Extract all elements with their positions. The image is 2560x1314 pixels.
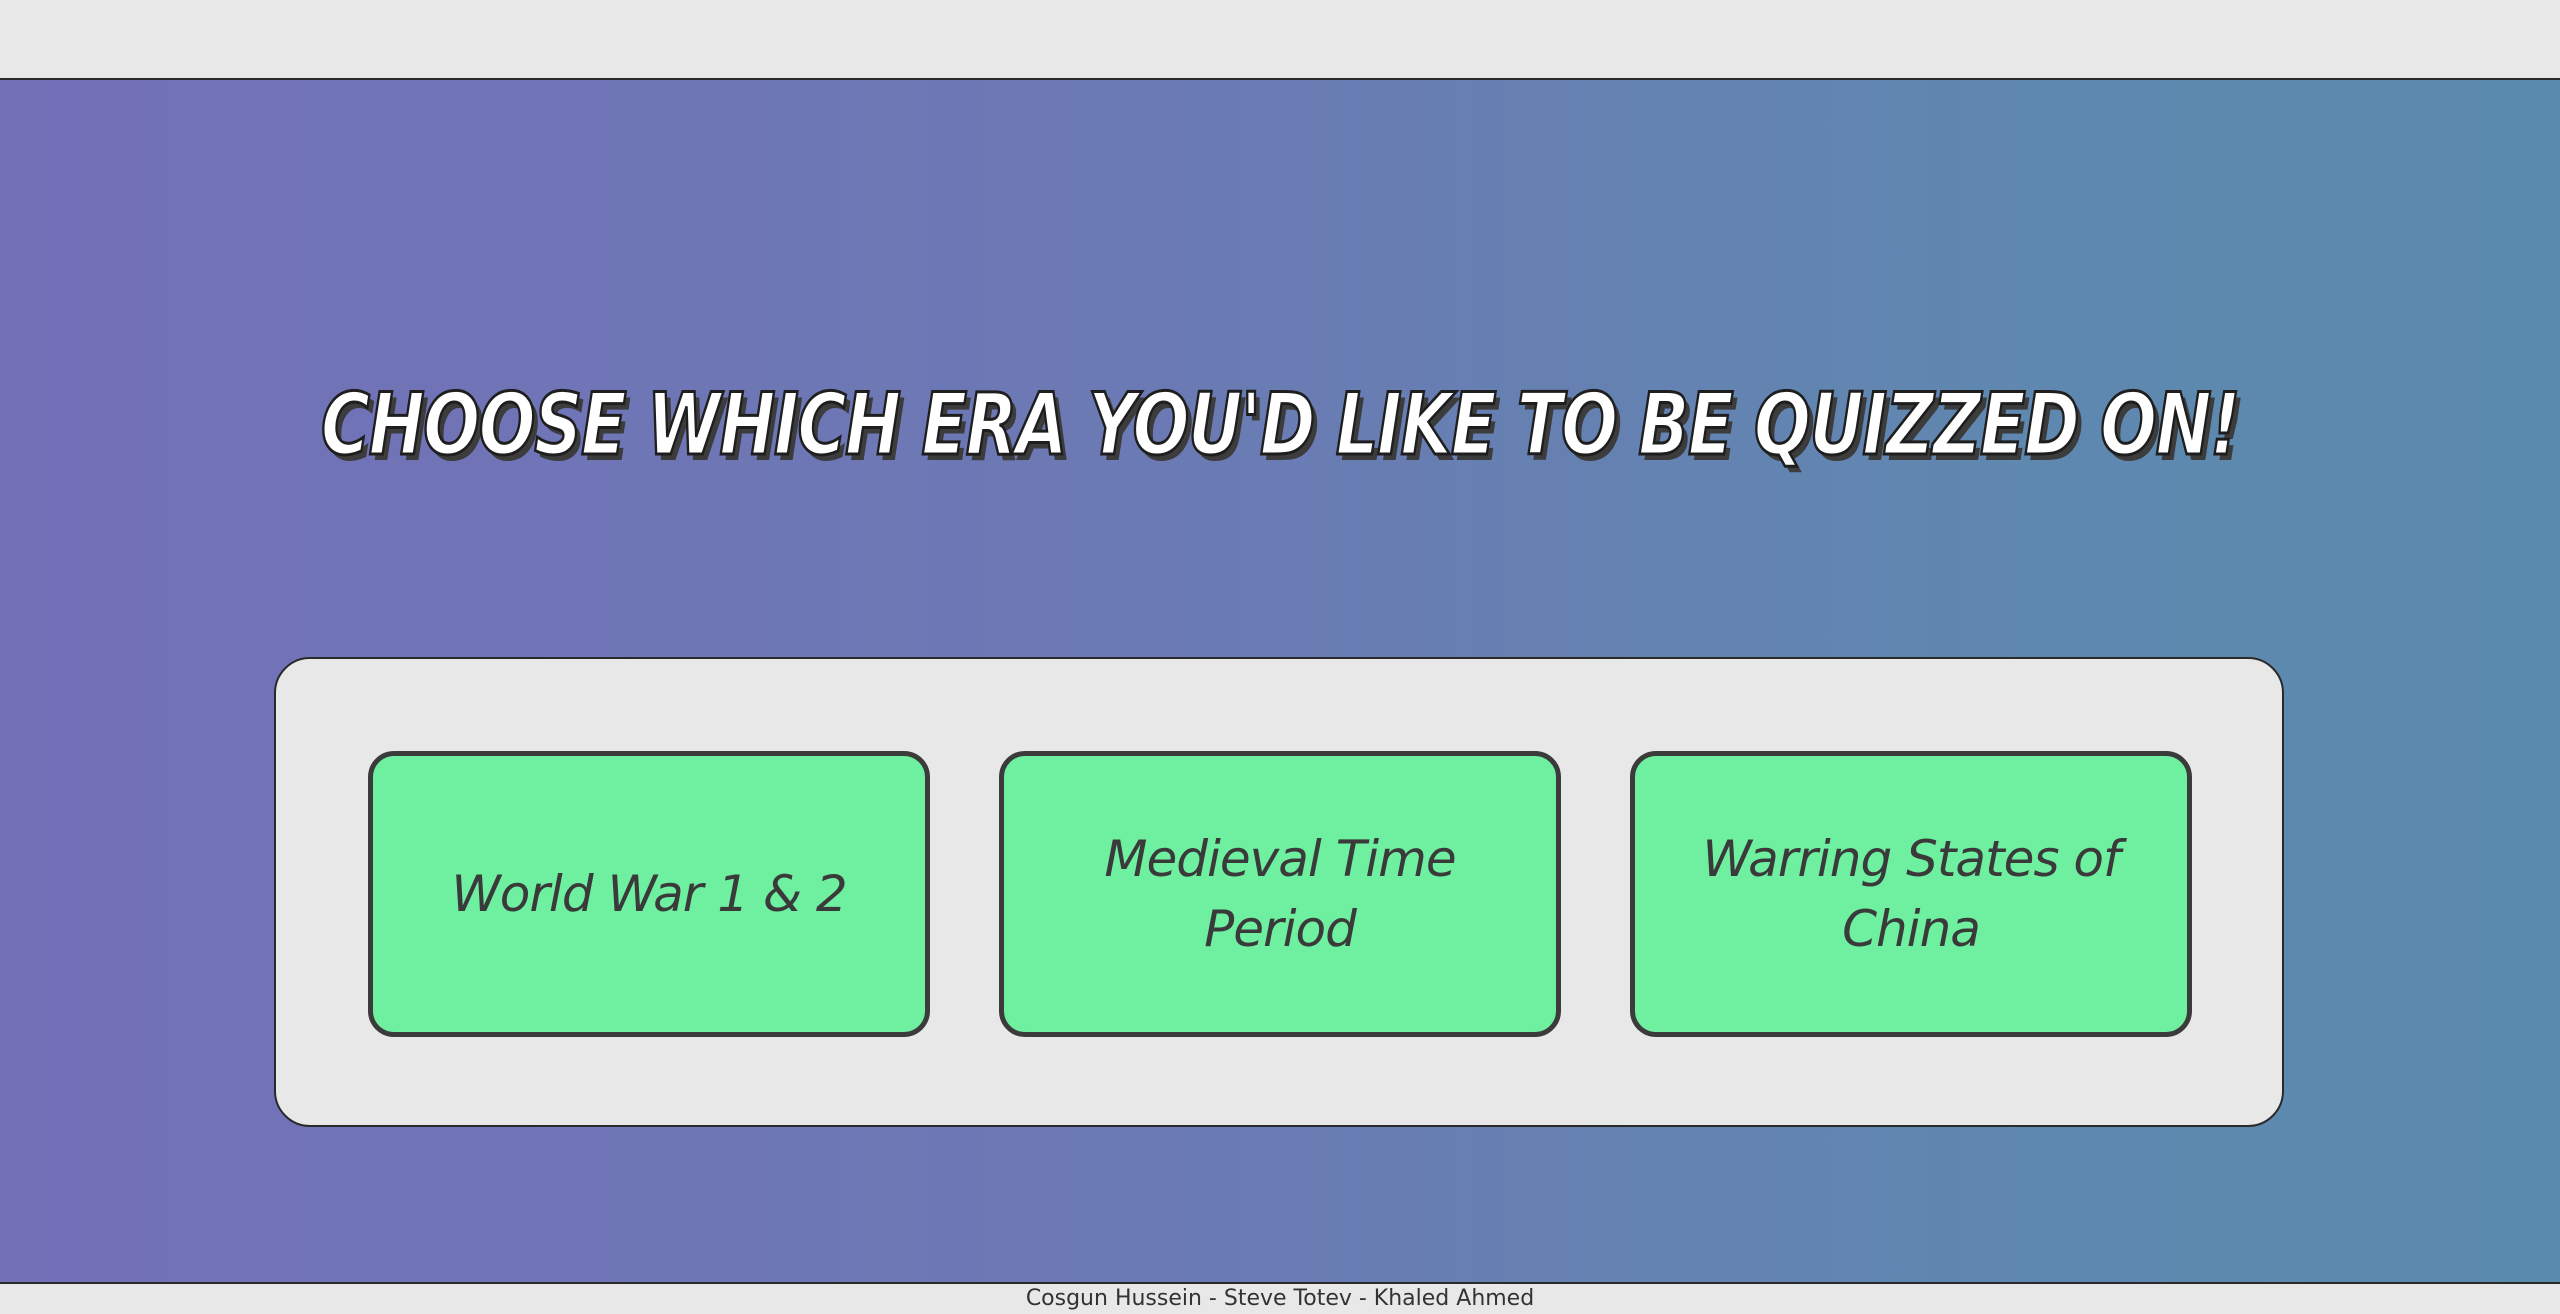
footer-credits: Cosgun Hussein - Steve Totev - Khaled Ah… [1025, 1286, 1535, 1311]
era-button-label: Warring States of China [1702, 830, 2120, 958]
main-content: CHOOSE WHICH ERA YOU'D LIKE TO BE QUIZZE… [0, 80, 2560, 1282]
era-button-label: Medieval Time Period [1104, 830, 1456, 958]
era-button-warring-states[interactable]: Warring States of China [1630, 751, 2192, 1037]
top-bar [0, 0, 2560, 80]
era-button-medieval[interactable]: Medieval Time Period [999, 751, 1561, 1037]
era-button-world-wars[interactable]: World War 1 & 2 [368, 751, 930, 1037]
era-selection-panel: World War 1 & 2 Medieval Time Period War… [274, 657, 2284, 1127]
era-button-label: World War 1 & 2 [451, 865, 847, 923]
footer: Cosgun Hussein - Steve Totev - Khaled Ah… [0, 1282, 2560, 1314]
page-title: CHOOSE WHICH ERA YOU'D LIKE TO BE QUIZZE… [320, 374, 2242, 477]
